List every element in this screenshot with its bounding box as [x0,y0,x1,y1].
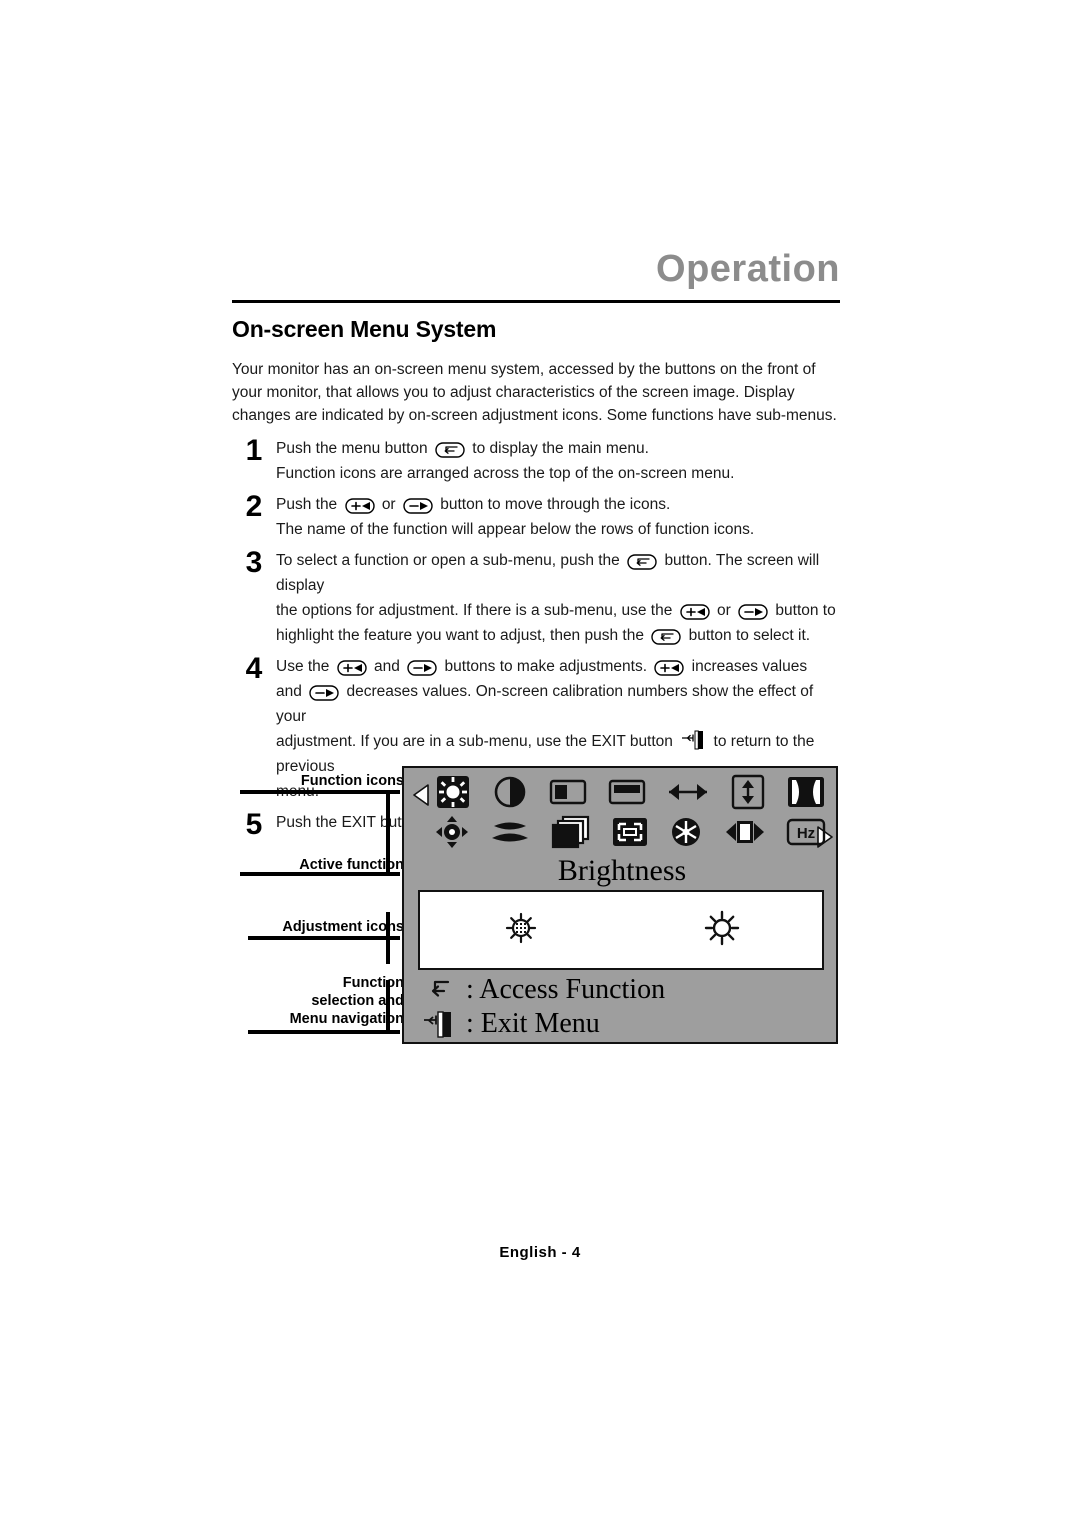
callout-adjustment-icons: Adjustment icons [282,919,404,935]
step-1-line2: Function icons are arranged across the t… [276,465,735,482]
step-1: 1 Push the menu button to display the ma… [232,436,844,486]
callout-navigation-line1: Function [342,975,404,991]
leader-line-2 [240,872,400,876]
contrast-half-circle-icon[interactable] [493,775,527,809]
step-4-text-c: buttons to make adjustments. [444,658,648,675]
osd-active-function-name: Brightness [557,854,687,887]
h-size-icon[interactable] [667,779,709,805]
step-1-text-a: Push the menu button [276,440,428,457]
step-1-text-b: to display the main menu. [472,440,649,457]
enter-button-icon [651,629,681,645]
leader-line-1-stub [386,790,390,832]
osd-legend-row: : Exit Menu [422,1008,822,1040]
degauss-icon[interactable] [669,815,703,849]
osd-illustration: Hz Brightness : Access Function : Exit M… [402,766,838,1044]
step-4-text-d: increases values [691,658,808,675]
title-divider [232,300,840,303]
arrow-left-icon [412,784,430,811]
osd-legend-row: : Access Function [422,974,822,1006]
page-footer: English - 4 [499,1244,581,1261]
h-position-icon[interactable] [549,777,587,807]
brightness-sun-icon[interactable] [434,774,472,810]
section-title: On-screen Menu System [232,316,497,342]
brightness-decrease-icon[interactable] [498,905,544,956]
exit-door-icon [680,729,706,751]
plus-button-icon [337,660,367,676]
osd-function-icon-rows: Hz [404,768,836,852]
osd-legend-text: : Access Function [466,974,666,1005]
svg-text:Hz: Hz [797,825,815,842]
step-4-text-b: and [374,658,400,675]
moire-icon[interactable] [551,815,591,849]
v-size-icon[interactable] [731,774,765,810]
callout-labels: Function icons Active function Adjustmen… [236,766,406,1044]
leader-line-3-stub [386,912,390,964]
leader-line-1 [240,790,400,794]
page-title: Operation [656,248,840,290]
step-text: Push the menu button to display the main… [276,436,844,486]
step-number: 1 [245,434,263,467]
step-4-text-a: Use the [276,658,330,675]
step-2-line2: The name of the function will appear bel… [276,521,755,538]
v-position-icon[interactable] [608,777,646,807]
step-3-line3-a: highlight the feature you want to adjust… [276,627,644,644]
osd-adjustment-box [418,890,824,970]
osd-icon-row-2: Hz [434,812,826,852]
enter-button-icon [627,554,657,570]
callout-navigation-line2: selection and [311,993,404,1009]
osd-icon-row-1 [434,772,826,812]
step-4-line3-a: adjustment. If you are in a sub-menu, us… [276,733,673,750]
brightness-increase-icon[interactable] [699,905,745,956]
step-3-text-a: To select a function or open a sub-menu,… [276,552,620,569]
step-3-line2-a: the options for adjustment. If there is … [276,602,673,619]
step-text: To select a function or open a sub-menu,… [276,548,844,648]
step-2: 2 Push the or button to move through the… [232,492,844,542]
osd-adjustment-icons [420,892,822,968]
osd-legend-text: : Exit Menu [466,1008,600,1039]
rotation-icon[interactable] [434,814,470,850]
enter-arrow-icon [422,977,466,1003]
minus-button-icon [738,604,768,620]
zoom-icon[interactable] [611,816,649,848]
trapezoid-icon[interactable] [490,819,530,845]
leader-line-2-stub [386,832,390,876]
pincushion-icon[interactable] [786,775,826,809]
minus-button-icon [309,685,339,701]
frequency-hz-icon[interactable]: Hz [786,818,826,846]
step-text: Push the or button to move through the i… [276,492,844,542]
step-number: 2 [245,490,263,523]
plus-button-icon [344,498,375,514]
step-2-text-b: or [381,496,396,513]
leader-line-4 [248,1030,400,1034]
step-3-line2-c: button to [775,602,836,619]
plus-button-icon [654,660,685,676]
intro-paragraph: Your monitor has an on-screen menu syste… [232,361,837,424]
step-2-text-c: button to move through the icons. [440,496,671,513]
step-4-line2-a: and [276,683,302,700]
exit-door-icon [422,1009,466,1039]
enter-button-icon [435,442,465,458]
step-number: 4 [245,652,263,685]
plus-button-icon [679,604,710,620]
step-2-text-a: Push the [276,496,338,513]
step-3: 3 To select a function or open a sub-men… [232,548,844,648]
callout-navigation: Function selection and Menu navigation [244,974,404,1028]
step-3-line2-b: or [716,602,731,619]
leader-line-4-stub [386,980,390,1034]
osd-legend: : Access Function : Exit Menu [422,974,822,1042]
step-4-line2-b: decreases values. On-screen calibration … [276,683,814,725]
step-number: 3 [245,546,263,579]
minus-button-icon [403,498,433,514]
callout-function-icons: Function icons [300,773,404,789]
minus-button-icon [407,660,437,676]
color-icon[interactable] [724,817,766,847]
leader-line-3 [248,936,400,940]
step-3-line3-b: button to select it. [688,627,811,644]
